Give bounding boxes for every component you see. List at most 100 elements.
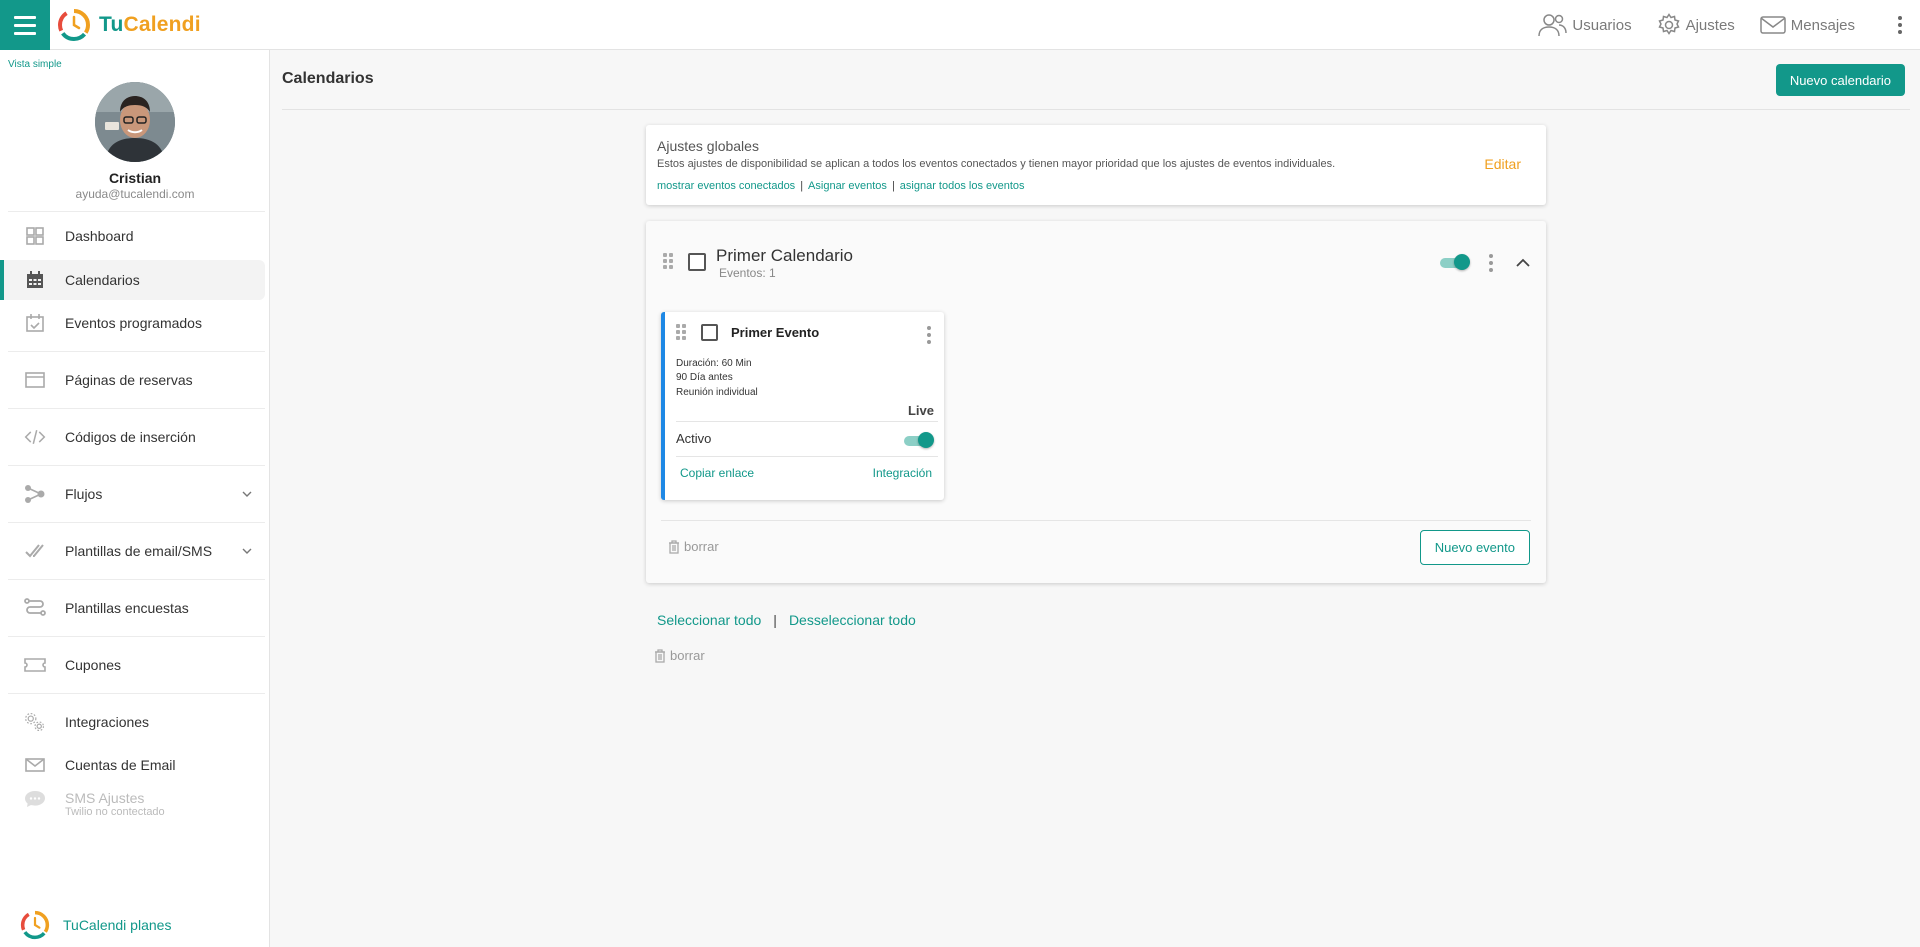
assign-all-events-link[interactable]: asignar todos los eventos [900, 180, 1025, 192]
event-checkbox[interactable] [701, 324, 718, 341]
global-settings-description: Estos ajustes de disponibilidad se aplic… [657, 158, 1336, 170]
event-active-label: Activo [676, 431, 712, 446]
event-active-toggle[interactable] [904, 432, 934, 450]
sidebar-item-sublabel: Twilio no contectado [65, 806, 165, 818]
bulk-delete-button[interactable]: borrar [654, 648, 705, 663]
new-event-button[interactable]: Nuevo evento [1419, 530, 1530, 565]
chat-icon [24, 788, 46, 810]
sidebar-item-email-sms-templates[interactable]: Plantillas de email/SMS [0, 531, 265, 571]
sidebar-item-integrations[interactable]: Integraciones [0, 702, 265, 742]
sidebar-item-label: Páginas de reservas [65, 372, 193, 388]
calendar-events-count: Eventos: 1 [719, 266, 776, 280]
logo-text: TuCalendi [99, 13, 201, 36]
sidebar-item-label: SMS Ajustes [65, 790, 145, 806]
sidebar-item-dashboard[interactable]: Dashboard [0, 216, 265, 256]
divider [8, 211, 265, 212]
sidebar-item-label: Integraciones [65, 714, 150, 730]
copy-link-button[interactable]: Copiar enlace [680, 466, 754, 480]
divider [282, 109, 1910, 110]
sidebar-item-label: Eventos programados [65, 315, 202, 331]
delete-calendar-button[interactable]: borrar [668, 539, 719, 554]
event-options-button[interactable] [927, 324, 931, 345]
messages-link[interactable]: Mensajes [1760, 15, 1855, 35]
sidebar-item-label: Cuentas de Email [65, 757, 176, 773]
divider [8, 522, 265, 523]
divider [8, 465, 265, 466]
dashboard-icon [24, 225, 46, 247]
assign-events-link[interactable]: Asignar eventos [808, 180, 887, 192]
sidebar-item-email-accounts[interactable]: Cuentas de Email [0, 745, 265, 785]
gear-icon [1658, 13, 1680, 35]
calendar-check-icon [24, 312, 46, 334]
show-connected-events-link[interactable]: mostrar eventos conectados [657, 180, 795, 192]
divider [8, 579, 265, 580]
divider [676, 421, 938, 422]
delete-label: borrar [684, 539, 719, 554]
avatar[interactable] [95, 82, 175, 162]
chevron-up-icon[interactable] [1516, 254, 1530, 272]
sidebar-item-booking-pages[interactable]: Páginas de reservas [0, 360, 265, 400]
global-settings-links: mostrar eventos conectados | Asignar eve… [657, 180, 1025, 192]
sidebar-item-coupons[interactable]: Cupones [0, 645, 265, 685]
divider [8, 693, 265, 694]
sidebar-item-label: Calendarios [65, 272, 140, 288]
double-check-icon [24, 540, 46, 562]
drag-handle-icon[interactable] [663, 253, 673, 269]
event-title: Primer Evento [731, 325, 820, 340]
link-separator: | [800, 180, 804, 192]
integration-link[interactable]: Integración [873, 466, 932, 480]
sidebar: Vista simple Cristian ayuda@tucalendi.co… [0, 50, 270, 947]
plans-link[interactable]: TuCalendi planes [20, 910, 171, 940]
logo-icon [20, 910, 50, 940]
divider [8, 408, 265, 409]
event-card: Primer Evento Duración: 60 Min 90 Día an… [661, 312, 944, 500]
simple-view-link[interactable]: Vista simple [8, 59, 62, 70]
hamburger-icon [14, 13, 36, 37]
logo-icon [58, 9, 90, 41]
event-days-before: 90 Día antes [676, 372, 733, 383]
select-all-link[interactable]: Seleccionar todo [657, 612, 761, 628]
new-calendar-button[interactable]: Nuevo calendario [1775, 64, 1905, 96]
sidebar-item-label: Plantillas encuestas [65, 600, 189, 616]
global-settings-title: Ajustes globales [657, 138, 759, 154]
divider [8, 636, 265, 637]
page-title: Calendarios [282, 70, 374, 87]
gears-icon [24, 711, 46, 733]
deselect-all-link[interactable]: Desseleccionar todo [789, 612, 916, 628]
code-icon [24, 426, 46, 448]
sidebar-item-flows[interactable]: Flujos [0, 474, 265, 514]
sidebar-item-calendars[interactable]: Calendarios [0, 260, 265, 300]
flows-icon [24, 483, 46, 505]
sidebar-item-embed-codes[interactable]: Códigos de inserción [0, 417, 265, 457]
sidebar-item-sms-settings[interactable]: SMS Ajustes Twilio no contectado [0, 782, 265, 826]
calendar-checkbox[interactable] [688, 253, 706, 271]
edit-global-settings-link[interactable]: Editar [1484, 156, 1521, 172]
calendar-options-button[interactable] [1489, 252, 1493, 273]
global-settings-card: Ajustes globales Estos ajustes de dispon… [646, 125, 1546, 205]
divider [8, 351, 265, 352]
user-email: ayuda@tucalendi.com [75, 187, 195, 201]
main-content: Calendarios Nuevo calendario Ajustes glo… [270, 50, 1920, 947]
calendar-toggle[interactable] [1440, 254, 1470, 272]
avatar-image [95, 82, 175, 162]
trash-icon [669, 539, 679, 554]
users-icon [1538, 14, 1568, 37]
chevron-down-icon [241, 485, 253, 503]
sidebar-item-scheduled-events[interactable]: Eventos programados [0, 303, 265, 343]
ticket-icon [24, 654, 46, 676]
drag-handle-icon[interactable] [676, 324, 686, 340]
user-name: Cristian [108, 170, 162, 186]
sidebar-item-label: Cupones [65, 657, 122, 673]
users-link[interactable]: Usuarios [1537, 13, 1632, 37]
route-icon [24, 597, 46, 619]
more-options-button[interactable] [1880, 0, 1920, 50]
hamburger-menu-button[interactable] [0, 0, 50, 50]
selection-controls: Seleccionar todo | Desseleccionar todo [657, 612, 916, 628]
trash-icon [655, 648, 665, 663]
link-separator: | [891, 180, 895, 192]
users-link-label: Usuarios [1572, 16, 1632, 34]
messages-link-label: Mensajes [1790, 16, 1855, 34]
settings-link[interactable]: Ajustes [1657, 13, 1735, 37]
app-logo[interactable]: TuCalendi [57, 8, 201, 42]
sidebar-item-survey-templates[interactable]: Plantillas encuestas [0, 588, 265, 628]
